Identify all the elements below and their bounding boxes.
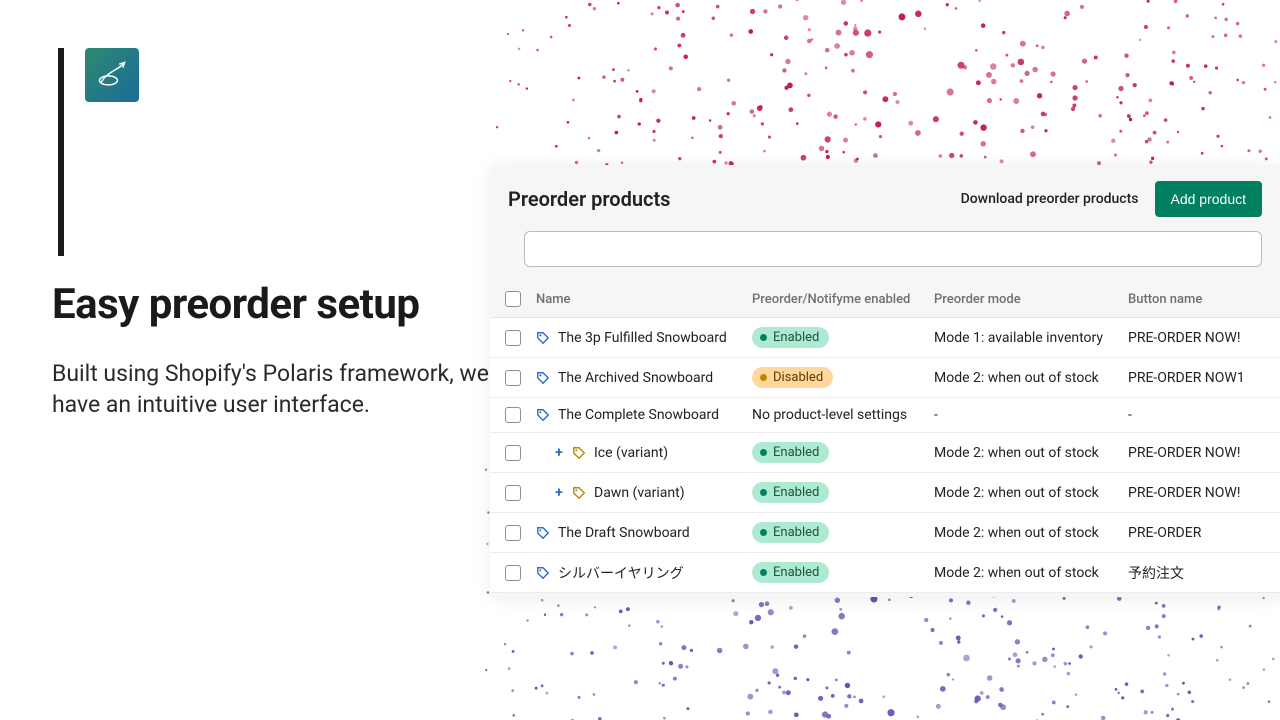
- headline: Easy preorder setup: [52, 280, 420, 329]
- mode-text: Mode 2: when out of stock: [934, 525, 1099, 541]
- panel-title: Preorder products: [508, 187, 961, 211]
- table-row[interactable]: The Draft Snowboard Enabled Mode 2: when o…: [490, 513, 1280, 553]
- download-link[interactable]: Download preorder products: [961, 191, 1139, 207]
- table-row[interactable]: The Complete Snowboard No product-level s…: [490, 398, 1280, 433]
- row-checkbox[interactable]: [505, 525, 521, 541]
- tag-icon: [536, 331, 550, 345]
- mode-text: Mode 2: when out of stock: [934, 565, 1099, 581]
- expand-icon[interactable]: +: [554, 485, 564, 501]
- button-name-text: PRE-ORDER NOW1: [1128, 370, 1245, 386]
- mode-text: Mode 2: when out of stock: [934, 445, 1099, 461]
- product-name: The Complete Snowboard: [558, 407, 719, 423]
- search-input[interactable]: [524, 231, 1262, 267]
- button-name-text: 予約注文: [1128, 566, 1184, 582]
- col-status: Preorder/Notifyme enabled: [752, 292, 934, 307]
- mode-text: Mode 1: available inventory: [934, 330, 1103, 346]
- tag-icon: [536, 371, 550, 385]
- button-name-text: PRE-ORDER NOW!: [1128, 330, 1240, 346]
- products-table: Name Preorder/Notifyme enabled Preorder …: [490, 281, 1280, 593]
- table-row[interactable]: シルバーイヤリング Enabled Mode 2: when out of stoc…: [490, 553, 1280, 593]
- mode-text: -: [934, 407, 938, 423]
- mode-text: Mode 2: when out of stock: [934, 485, 1099, 501]
- row-checkbox[interactable]: [505, 370, 521, 386]
- product-name: The Draft Snowboard: [558, 525, 690, 541]
- tag-icon: [572, 446, 586, 460]
- tag-icon: [536, 408, 550, 422]
- button-name-text: PRE-ORDER NOW!: [1128, 485, 1240, 501]
- product-name: The 3p Fulfilled Snowboard: [558, 330, 727, 346]
- row-checkbox[interactable]: [505, 445, 521, 461]
- col-button: Button name: [1128, 292, 1280, 307]
- button-name-text: PRE-ORDER NOW!: [1128, 445, 1240, 461]
- status-text: No product-level settings: [752, 407, 907, 423]
- accent-bar: [58, 48, 64, 256]
- preorder-panel: Preorder products Download preorder prod…: [490, 165, 1280, 597]
- col-name: Name: [536, 292, 752, 307]
- table-header: Name Preorder/Notifyme enabled Preorder …: [490, 281, 1280, 318]
- app-logo: [85, 48, 139, 102]
- table-row[interactable]: The Archived Snowboard Disabled Mode 2: wh…: [490, 358, 1280, 398]
- mode-text: Mode 2: when out of stock: [934, 370, 1099, 386]
- product-name: Dawn (variant): [594, 485, 685, 501]
- row-checkbox[interactable]: [505, 407, 521, 423]
- product-name: The Archived Snowboard: [558, 370, 713, 386]
- subheadline: Built using Shopify's Polaris framework,…: [52, 358, 492, 420]
- tag-icon: [536, 566, 550, 580]
- product-name: シルバーイヤリング: [558, 563, 684, 583]
- status-badge: Enabled: [752, 327, 829, 348]
- col-mode: Preorder mode: [934, 292, 1128, 307]
- row-checkbox[interactable]: [505, 485, 521, 501]
- status-badge: Enabled: [752, 562, 829, 583]
- row-checkbox[interactable]: [505, 330, 521, 346]
- add-product-button[interactable]: Add product: [1155, 181, 1263, 217]
- tag-icon: [536, 526, 550, 540]
- status-badge: Enabled: [752, 442, 829, 463]
- table-row[interactable]: The 3p Fulfilled Snowboard Enabled Mode 1:…: [490, 318, 1280, 358]
- product-name: Ice (variant): [594, 445, 668, 461]
- status-badge: Enabled: [752, 482, 829, 503]
- select-all-checkbox[interactable]: [505, 291, 521, 307]
- table-row[interactable]: + Dawn (variant) Enabled Mode 2: when out o…: [490, 473, 1280, 513]
- tag-icon: [572, 486, 586, 500]
- expand-icon[interactable]: +: [554, 445, 564, 461]
- status-badge: Disabled: [752, 367, 833, 388]
- row-checkbox[interactable]: [505, 565, 521, 581]
- button-name-text: -: [1128, 407, 1132, 423]
- button-name-text: PRE-ORDER: [1128, 525, 1201, 541]
- table-row[interactable]: + Ice (variant) Enabled Mode 2: when out of…: [490, 433, 1280, 473]
- status-badge: Enabled: [752, 522, 829, 543]
